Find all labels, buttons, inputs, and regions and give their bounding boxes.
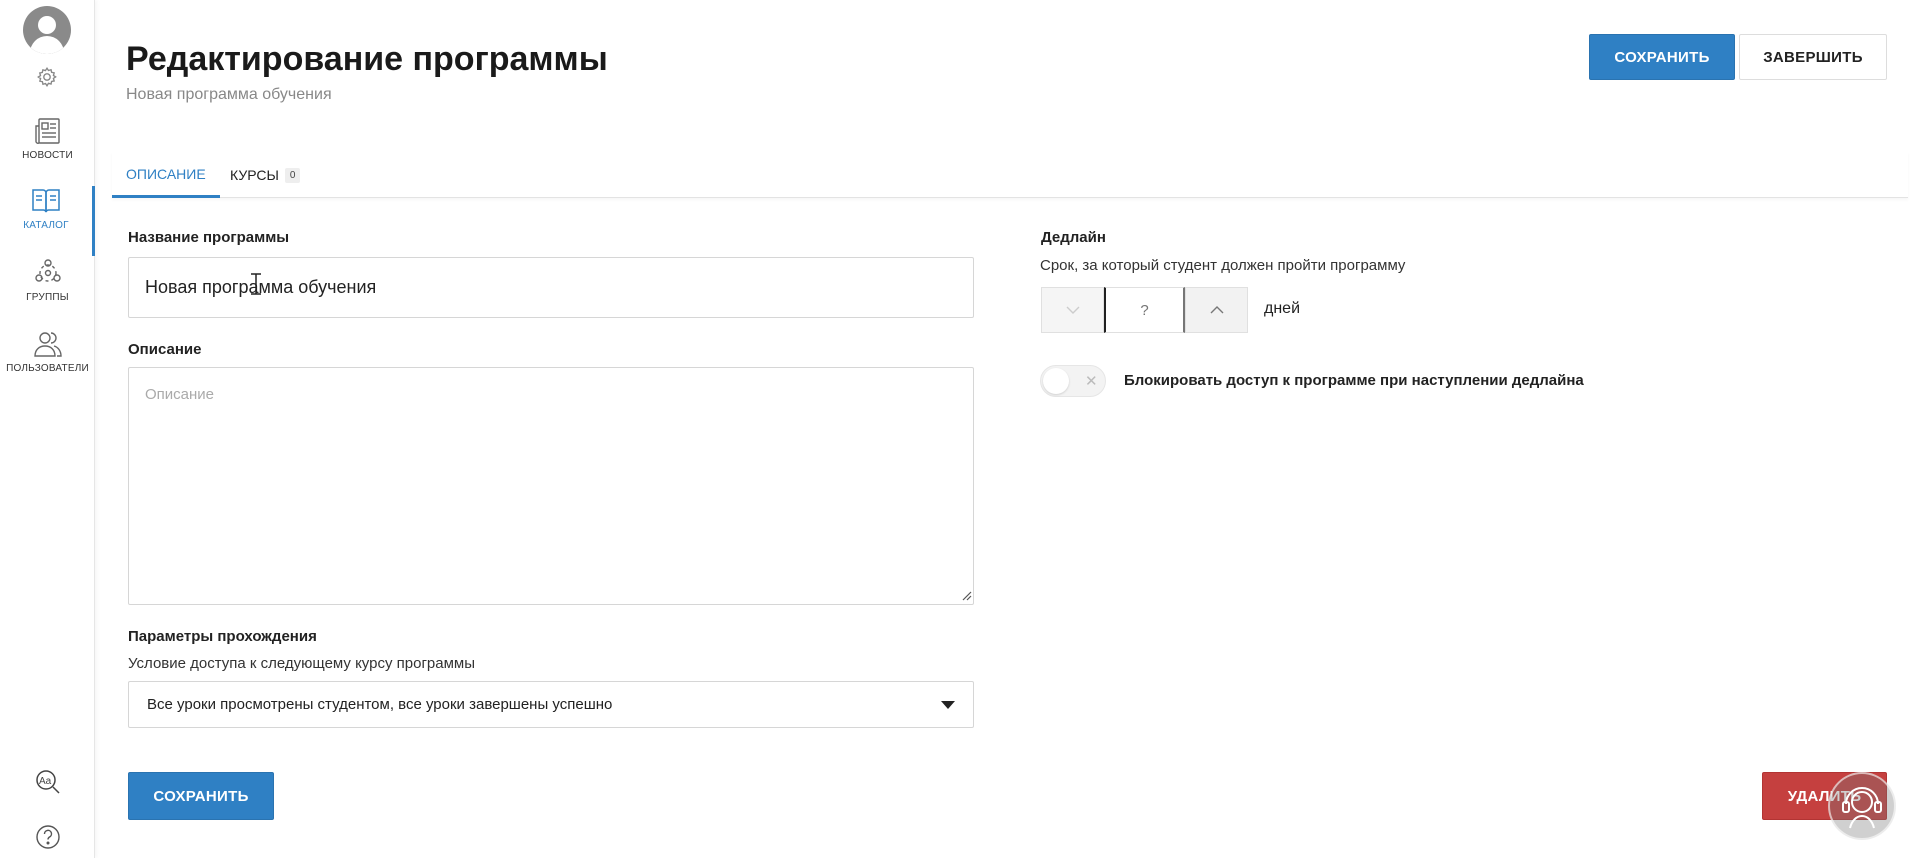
access-condition-value: Все уроки просмотрены студентом, все уро…: [147, 696, 613, 713]
close-icon: ✕: [1085, 373, 1098, 390]
resize-handle-icon[interactable]: [962, 591, 972, 601]
sidebar-item-groups[interactable]: Группы: [0, 258, 95, 328]
font-size-search-icon[interactable]: Aa: [35, 769, 61, 795]
sidebar-item-news[interactable]: Новости: [0, 116, 95, 186]
deadline-days-input[interactable]: [1104, 287, 1185, 333]
description-label: Описание: [128, 341, 202, 358]
description-textarea[interactable]: [128, 367, 974, 605]
avatar[interactable]: [23, 6, 71, 54]
decrement-button[interactable]: [1041, 287, 1104, 333]
avatar-body-shape: [30, 36, 64, 54]
gear-icon[interactable]: [36, 66, 58, 88]
sidebar-item-users[interactable]: Пользователи: [0, 329, 95, 399]
sidebar-item-label: Новости: [22, 150, 73, 161]
deadline-hint: Срок, за который студент должен пройти п…: [1040, 257, 1406, 274]
sidebar-item-catalog[interactable]: Каталог: [0, 186, 95, 256]
tab-description[interactable]: Описание: [112, 152, 220, 198]
tab-courses[interactable]: Курсы 0: [216, 152, 314, 198]
toggle-knob: [1043, 368, 1069, 394]
access-condition-select[interactable]: Все уроки просмотрены студентом, все уро…: [128, 681, 974, 728]
tab-label: Курсы: [230, 167, 279, 183]
sidebar-item-label: Группы: [26, 292, 69, 303]
page-title: Редактирование программы: [126, 40, 608, 78]
finish-button[interactable]: Завершить: [1739, 34, 1887, 80]
tab-bar: Описание Курсы 0: [112, 152, 1908, 198]
program-name-label: Название программы: [128, 229, 290, 246]
chevron-up-icon: [1210, 306, 1223, 314]
newspaper-icon: [34, 118, 60, 144]
block-access-label: Блокировать доступ к программе при насту…: [1124, 372, 1584, 389]
book-icon: [32, 189, 60, 213]
sidebar: Новости Каталог Группы Пользователи Aa: [0, 0, 95, 858]
groups-icon: [34, 259, 61, 282]
params-label: Параметры прохождения: [128, 628, 317, 645]
svg-text:Aa: Aa: [39, 776, 52, 787]
tab-label: Описание: [126, 165, 206, 182]
block-access-toggle[interactable]: ✕: [1040, 365, 1106, 397]
chevron-down-icon: [1066, 306, 1079, 314]
help-icon[interactable]: [35, 824, 61, 850]
header-save-button[interactable]: Сохранить: [1589, 34, 1735, 80]
deadline-stepper: [1041, 287, 1248, 333]
increment-button[interactable]: [1185, 287, 1248, 333]
support-chat-button[interactable]: [1828, 772, 1896, 840]
text-cursor-icon: [251, 273, 261, 295]
deadline-unit: дней: [1264, 300, 1301, 317]
sidebar-item-label: Каталог: [23, 220, 69, 231]
avatar-head-shape: [38, 16, 56, 34]
access-condition-label: Условие доступа к следующему курсу прогр…: [128, 655, 476, 672]
courses-count-badge: 0: [284, 167, 301, 183]
users-icon: [33, 332, 62, 357]
caret-down-icon: [941, 701, 955, 709]
save-button[interactable]: Сохранить: [128, 772, 274, 820]
headset-icon: [1842, 787, 1882, 829]
page-subtitle: Новая программа обучения: [126, 86, 332, 103]
deadline-label: Дедлайн: [1041, 229, 1106, 246]
sidebar-item-label: Пользователи: [6, 363, 89, 374]
